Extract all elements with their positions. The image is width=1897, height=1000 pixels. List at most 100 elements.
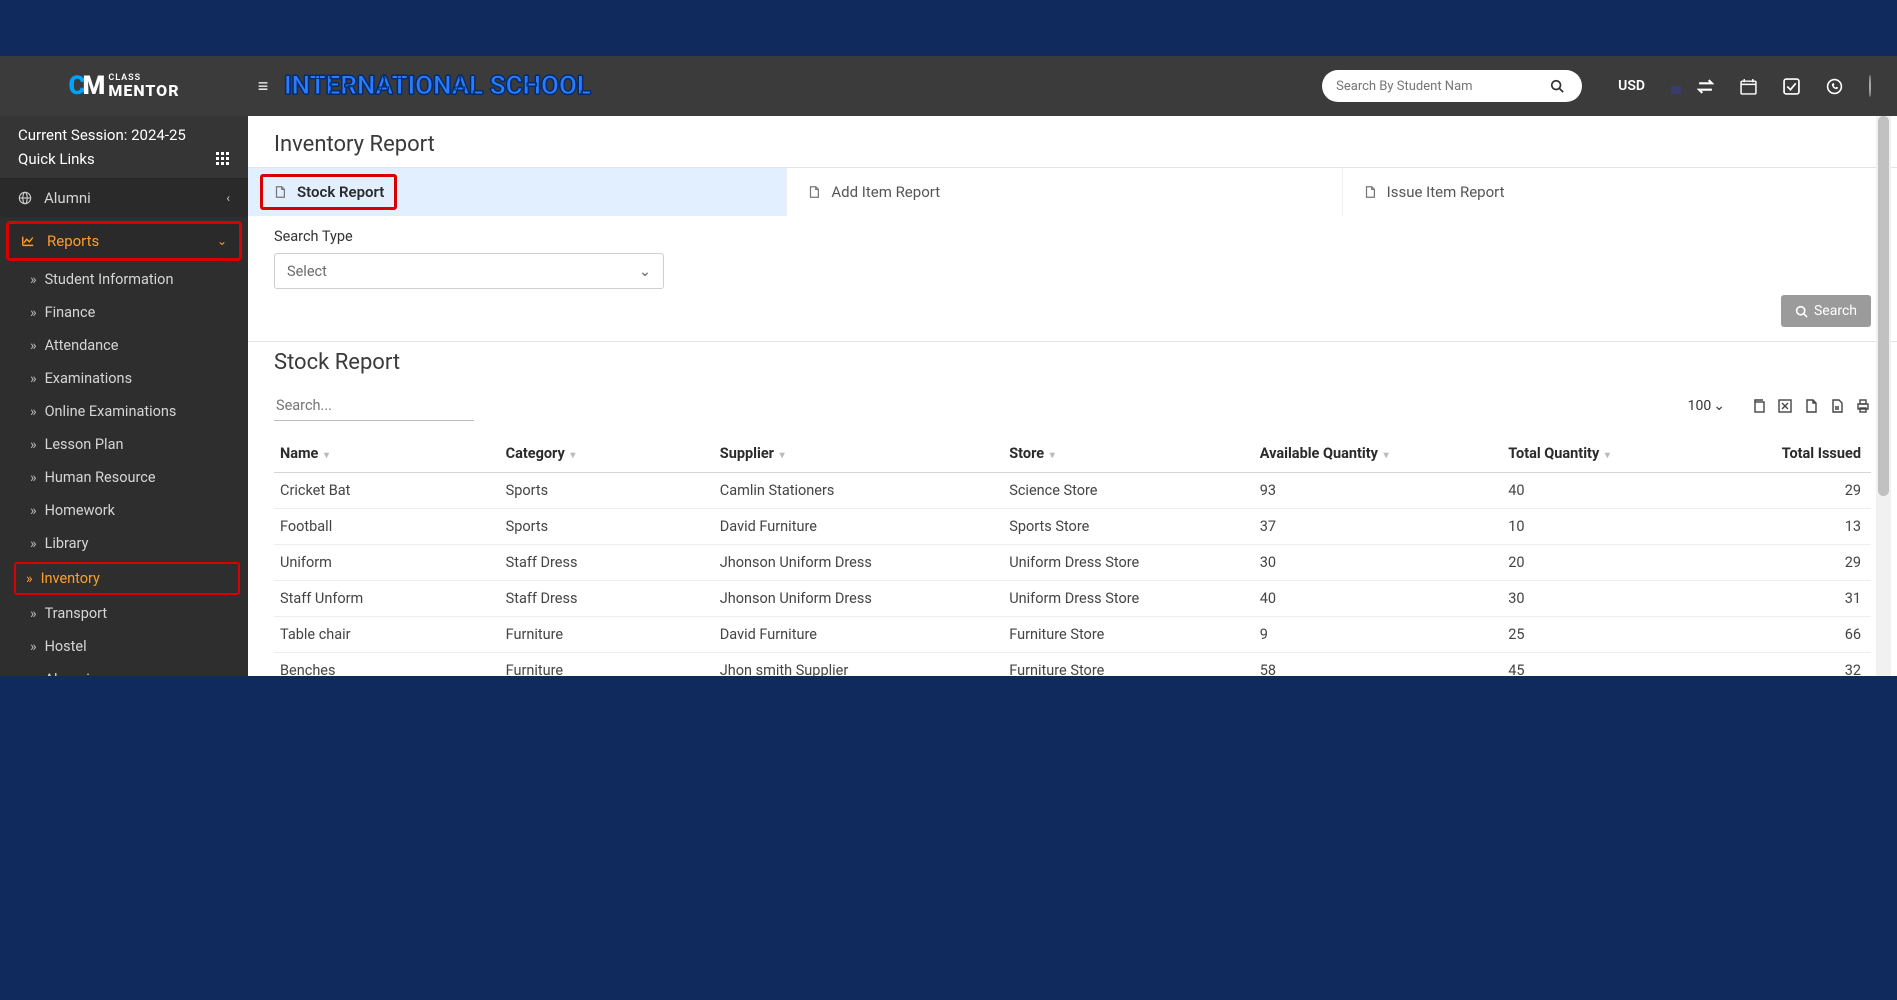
search-icon[interactable]: [1550, 79, 1578, 93]
search-button-label: Search: [1814, 303, 1857, 319]
calendar-icon[interactable]: [1740, 78, 1757, 95]
currency-label[interactable]: USD: [1618, 78, 1645, 94]
task-check-icon[interactable]: [1783, 78, 1800, 95]
sidebar-item-human-resource[interactable]: Human Resource: [0, 461, 248, 494]
cell-total: 10: [1502, 509, 1703, 545]
sidebar-item-label: Student Information: [45, 271, 174, 288]
tab-label: Add Item Report: [831, 183, 940, 201]
sort-icon: ▾: [324, 450, 329, 461]
search-icon: [1795, 305, 1808, 318]
quick-links-label[interactable]: Quick Links: [18, 150, 95, 168]
cell-supplier: David Furniture: [714, 509, 1003, 545]
session-block: Current Session: 2024-25 Quick Links: [0, 116, 248, 178]
sidebar-item-attendance[interactable]: Attendance: [0, 329, 248, 362]
table-row[interactable]: FootballSportsDavid FurnitureSports Stor…: [274, 509, 1871, 545]
col-store[interactable]: Store ▾: [1003, 435, 1254, 473]
cell-store: Uniform Dress Store: [1003, 581, 1254, 617]
search-button[interactable]: Search: [1781, 295, 1871, 327]
copy-icon[interactable]: [1751, 398, 1767, 414]
whatsapp-icon[interactable]: [1826, 78, 1843, 95]
cell-issued: 13: [1703, 509, 1871, 545]
sidebar-item-label: Library: [45, 535, 89, 552]
cell-available: 58: [1254, 653, 1503, 677]
table-row[interactable]: BenchesFurnitureJhon smith SupplierFurni…: [274, 653, 1871, 677]
report-tabs: Stock Report Add Item Report Issue Item Re…: [248, 167, 1897, 216]
student-search-input[interactable]: [1336, 79, 1550, 94]
tab-issue-item-report[interactable]: Issue Item Report: [1343, 168, 1897, 216]
cell-name: Football: [274, 509, 500, 545]
sidebar-item-transport[interactable]: Transport: [0, 597, 248, 630]
table-row[interactable]: UniformStaff DressJhonson Uniform DressU…: [274, 545, 1871, 581]
cell-name: Uniform: [274, 545, 500, 581]
search-type-select[interactable]: Select ⌄: [274, 253, 664, 289]
document-icon: [807, 185, 821, 199]
tab-label: Issue Item Report: [1387, 183, 1505, 201]
session-label: Current Session: 2024-25: [18, 126, 230, 144]
sidebar-item-lesson-plan[interactable]: Lesson Plan: [0, 428, 248, 461]
excel-icon[interactable]: [1777, 398, 1793, 414]
sidebar-item-alumni[interactable]: Alumni: [0, 663, 248, 676]
menu-toggle-icon[interactable]: ≡: [248, 76, 278, 97]
tab-stock-report[interactable]: Stock Report: [248, 168, 787, 216]
scrollbar[interactable]: [1876, 116, 1891, 676]
cell-store: Furniture Store: [1003, 617, 1254, 653]
cell-available: 37: [1254, 509, 1503, 545]
cell-available: 93: [1254, 473, 1503, 509]
sidebar-item-finance[interactable]: Finance: [0, 296, 248, 329]
cell-category: Furniture: [500, 653, 714, 677]
col-category[interactable]: Category ▾: [500, 435, 714, 473]
sidebar-item-homework[interactable]: Homework: [0, 494, 248, 527]
cell-issued: 29: [1703, 473, 1871, 509]
cell-total: 30: [1502, 581, 1703, 617]
cell-store: Uniform Dress Store: [1003, 545, 1254, 581]
cell-supplier: Jhon smith Supplier: [714, 653, 1003, 677]
sidebar-item-label: Lesson Plan: [45, 436, 124, 453]
page-size-select[interactable]: 100 ⌄: [1688, 398, 1725, 414]
table-row[interactable]: Staff UnformStaff DressJhonson Uniform D…: [274, 581, 1871, 617]
pdf-icon[interactable]: [1829, 398, 1845, 414]
cell-total: 40: [1502, 473, 1703, 509]
sidebar-item-label: Examinations: [45, 370, 133, 387]
sidebar-item-label: Transport: [45, 605, 108, 622]
table-row[interactable]: Cricket BatSportsCamlin StationersScienc…: [274, 473, 1871, 509]
sidebar-item-inventory[interactable]: Inventory: [14, 562, 240, 595]
sidebar-item-online-examinations[interactable]: Online Examinations: [0, 395, 248, 428]
sidebar-item-student-information[interactable]: Student Information: [0, 263, 248, 296]
col-name[interactable]: Name ▾: [274, 435, 500, 473]
student-search[interactable]: [1322, 70, 1582, 102]
col-available[interactable]: Available Quantity ▾: [1254, 435, 1503, 473]
sidebar-item-examinations[interactable]: Examinations: [0, 362, 248, 395]
tab-add-item-report[interactable]: Add Item Report: [787, 168, 1342, 216]
cell-name: Table chair: [274, 617, 500, 653]
swap-icon[interactable]: [1697, 78, 1714, 95]
quick-links-grid-icon[interactable]: [216, 152, 230, 166]
scrollbar-thumb[interactable]: [1878, 116, 1889, 496]
table-search-input[interactable]: [274, 391, 474, 421]
sidebar-item-library[interactable]: Library: [0, 527, 248, 560]
cell-issued: 29: [1703, 545, 1871, 581]
logo-mark: CM: [68, 71, 102, 101]
sort-icon: ▾: [780, 450, 785, 461]
cell-name: Cricket Bat: [274, 473, 500, 509]
brand-logo[interactable]: CM CLASS MENTOR: [0, 56, 248, 116]
filter-form: Search Type Select ⌄: [248, 216, 1897, 295]
cell-store: Sports Store: [1003, 509, 1254, 545]
sidebar-item-alumni-top[interactable]: Alumni ‹: [0, 178, 248, 217]
document-icon: [273, 185, 287, 199]
table-row[interactable]: Table chairFurnitureDavid FurnitureFurni…: [274, 617, 1871, 653]
sidebar-item-reports[interactable]: Reports ⌄: [6, 221, 242, 261]
chevron-down-icon: ⌄: [217, 234, 227, 248]
sidebar-item-hostel[interactable]: Hostel: [0, 630, 248, 663]
sidebar-item-label: Online Examinations: [45, 403, 177, 420]
sidebar-item-label: Alumni: [45, 671, 90, 676]
col-supplier[interactable]: Supplier ▾: [714, 435, 1003, 473]
print-icon[interactable]: [1855, 398, 1871, 414]
avatar[interactable]: [1869, 76, 1871, 96]
col-total[interactable]: Total Quantity ▾: [1502, 435, 1703, 473]
sidebar-item-label: Homework: [45, 502, 115, 519]
cell-store: Science Store: [1003, 473, 1254, 509]
csv-icon[interactable]: [1803, 398, 1819, 414]
cell-total: 20: [1502, 545, 1703, 581]
sidebar-item-label: Attendance: [45, 337, 119, 354]
sidebar-item-label: Inventory: [41, 570, 100, 587]
